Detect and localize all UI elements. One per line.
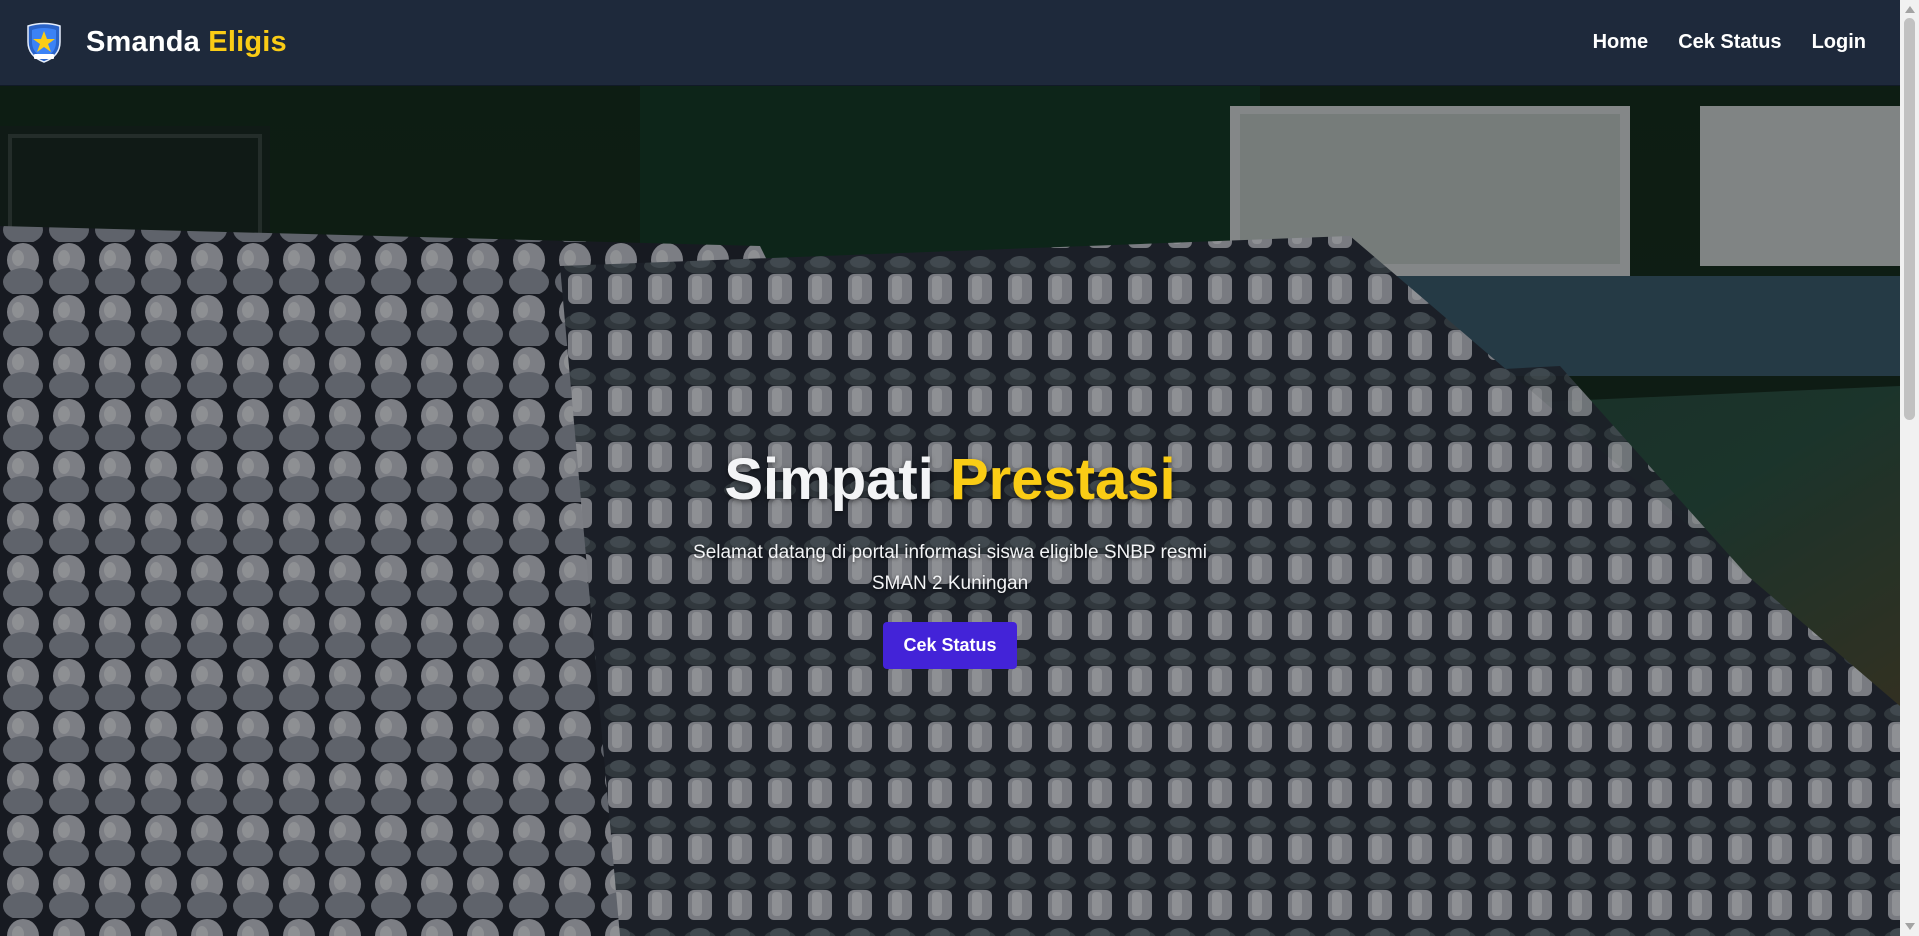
nav-link-home[interactable]: Home xyxy=(1593,31,1649,54)
scroll-thumb[interactable] xyxy=(1904,18,1915,420)
page-scrollbar[interactable] xyxy=(1900,0,1919,936)
brand-name: Smanda Eligis xyxy=(86,26,287,59)
school-logo-icon xyxy=(24,22,64,64)
brand-name-accent: Eligis xyxy=(208,26,287,58)
nav-links: Home Cek Status Login xyxy=(1593,31,1866,54)
hero-content: Simpati Prestasi Selamat datang di porta… xyxy=(0,86,1900,936)
hero-subtitle: Selamat datang di portal informasi siswa… xyxy=(693,542,1207,594)
hero-section: Simpati Prestasi Selamat datang di porta… xyxy=(0,86,1900,936)
hero-title-accent: Prestasi xyxy=(949,447,1176,512)
brand-name-primary: Smanda xyxy=(86,26,201,58)
brand[interactable]: Smanda Eligis xyxy=(24,22,287,64)
nav-link-cek-status[interactable]: Cek Status xyxy=(1678,31,1781,54)
hero-title-primary: Simpati xyxy=(724,447,934,512)
hero-title: Simpati Prestasi xyxy=(724,446,1175,513)
scroll-up-arrow-icon[interactable] xyxy=(1905,6,1915,13)
scroll-down-arrow-icon[interactable] xyxy=(1905,923,1915,930)
cek-status-button[interactable]: Cek Status xyxy=(883,622,1017,669)
top-navbar: Smanda Eligis Home Cek Status Login xyxy=(0,0,1900,86)
nav-link-login[interactable]: Login xyxy=(1812,31,1866,54)
